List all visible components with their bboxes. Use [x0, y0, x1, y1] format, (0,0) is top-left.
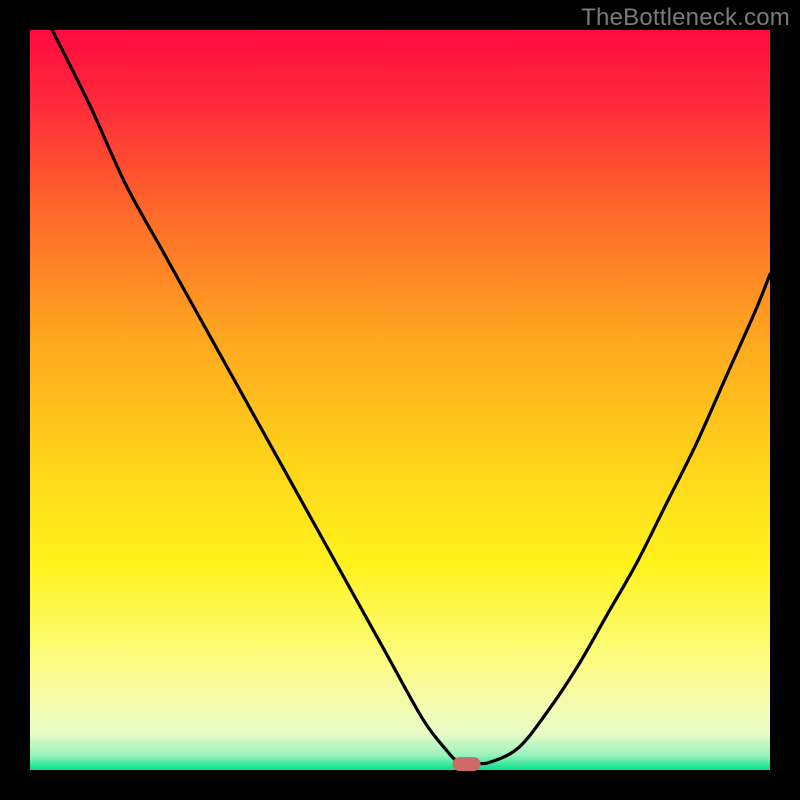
plot-background: [30, 30, 770, 770]
optimal-marker: [453, 757, 481, 771]
watermark-text: TheBottleneck.com: [581, 4, 790, 32]
bottleneck-chart: [0, 0, 800, 800]
chart-frame: TheBottleneck.com: [0, 0, 800, 800]
